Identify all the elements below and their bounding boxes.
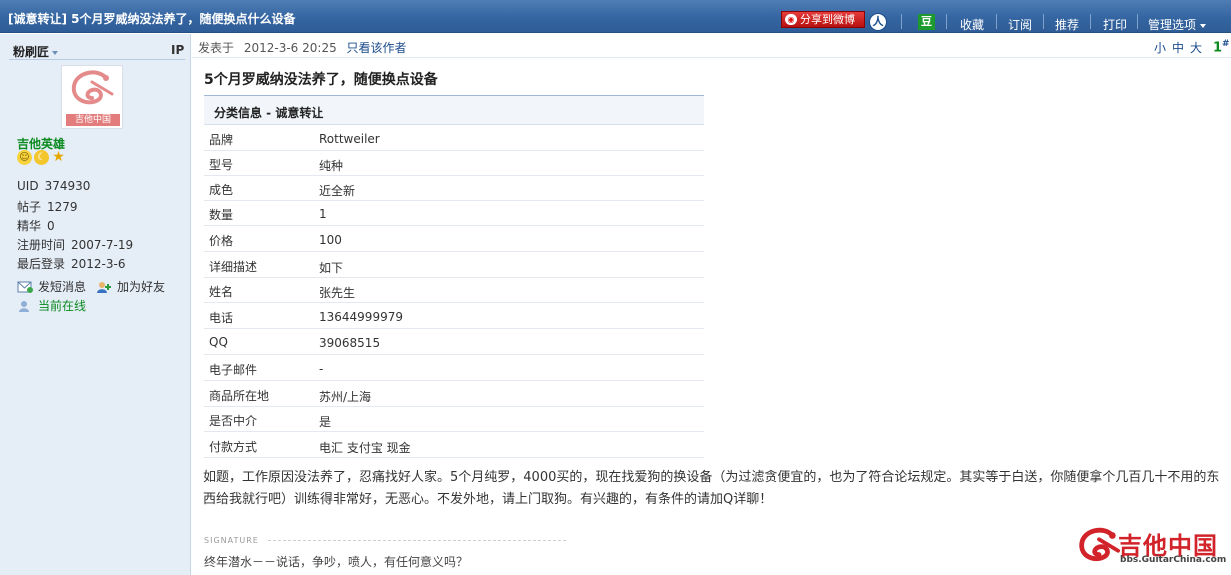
- divider: [9, 59, 185, 60]
- table-row: 商品所在地 苏州/上海: [204, 382, 704, 407]
- divider: [901, 14, 902, 29]
- posted-label: 发表于: [198, 41, 235, 55]
- site-watermark: 吉他中国 bbs.GuitarChina.com: [1078, 524, 1226, 568]
- thread-title: [诚意转让] 5个月罗威纳没法养了，随便换点什么设备: [8, 12, 296, 26]
- classified-info-table: 分类信息 - 诚意转让 品牌 Rottweiler 型号 纯种 成色 近全新 数量 1 …: [204, 95, 704, 458]
- chevron-down-icon: [52, 50, 59, 55]
- info-table-header: 分类信息 - 诚意转让: [204, 95, 704, 125]
- font-medium-button[interactable]: 中: [1172, 39, 1184, 56]
- star-medal-icon: ★: [52, 149, 65, 165]
- post-title: 5个月罗威纳没法养了，随便换点设备: [204, 72, 438, 88]
- stat-last-login: 最后登录 2012-3-6: [17, 257, 126, 271]
- user-online-icon: [19, 301, 29, 312]
- table-row: 是否中介是: [204, 407, 704, 432]
- share-weibo-label: 分享到微博: [800, 13, 855, 26]
- divider: [1043, 14, 1044, 29]
- share-weibo-button[interactable]: ◉ 分享到微博: [781, 11, 865, 28]
- divider: [946, 14, 947, 29]
- post-meta: 发表于 2012-3-6 20:25 只看该作者: [198, 39, 407, 56]
- stat-posts: 帖子 1279: [17, 200, 78, 214]
- renren-share-icon[interactable]: 人: [869, 13, 887, 31]
- manage-options-button[interactable]: 管理选项: [1148, 16, 1207, 33]
- signature-label: SIGNATURE: [204, 536, 259, 545]
- table-row: 电话 13644999979: [204, 304, 704, 329]
- table-row: 价格 100: [204, 227, 704, 252]
- posted-time: 2012-3-6 20:25: [243, 41, 337, 55]
- divider: [1090, 14, 1091, 29]
- signature-divider: [268, 540, 566, 541]
- guitarchina-logo-icon: [71, 70, 114, 105]
- envelope-icon: [17, 281, 33, 293]
- thread-header-bar: [诚意转让] 5个月罗威纳没法养了，随便换点什么设备 ◉ 分享到微博 人 豆 收…: [0, 0, 1231, 33]
- online-status: 当前在线: [17, 297, 86, 314]
- only-author-link[interactable]: 只看该作者: [347, 41, 407, 55]
- add-friend-icon: [97, 282, 111, 293]
- divider: [192, 57, 1231, 58]
- author-profile-panel: 粉刷匠 IP 吉他中国 吉他英雄 ☺ ☾ ★ UID 374930 帖子 1279 …: [0, 34, 191, 575]
- add-friend-link[interactable]: 加为好友: [96, 278, 165, 295]
- print-button[interactable]: 打印: [1103, 16, 1127, 33]
- stat-digest: 精华 0: [17, 219, 55, 233]
- weibo-icon: ◉: [785, 14, 797, 25]
- manage-options-label: 管理选项: [1148, 18, 1197, 32]
- signature-text: 终年潜水－－说话，争吵，喷人，有任何意义吗？: [204, 555, 469, 569]
- stat-register-date: 注册时间 2007-7-19: [17, 238, 134, 252]
- table-row: 品牌 Rottweiler: [204, 126, 704, 151]
- floor-number[interactable]: 1#: [1213, 39, 1230, 55]
- recommend-button[interactable]: 推荐: [1055, 16, 1079, 33]
- avatar[interactable]: 吉他中国: [61, 65, 123, 129]
- font-small-button[interactable]: 小: [1154, 39, 1166, 56]
- subscribe-button[interactable]: 订阅: [1008, 16, 1032, 33]
- font-large-button[interactable]: 大: [1190, 39, 1202, 56]
- table-row: 电子邮件 -: [204, 356, 704, 381]
- avatar-caption: 吉他中国: [66, 114, 120, 126]
- douban-share-icon[interactable]: 豆: [918, 14, 935, 30]
- table-row: 型号 纯种: [204, 151, 704, 176]
- stat-uid: UID 374930: [17, 179, 91, 193]
- post-body: 如题，工作原因没法养了，忍痛找好人家。5个月纯罗，4000买的，现在找爱狗的换设…: [203, 470, 1220, 507]
- sun-medal-icon: ☺: [17, 150, 32, 165]
- divider: [1137, 14, 1138, 29]
- chevron-down-icon: [1200, 23, 1207, 28]
- table-row: QQ 39068515: [204, 330, 704, 355]
- ip-link[interactable]: IP: [171, 43, 184, 57]
- author-name-label: 粉刷匠: [13, 45, 50, 59]
- table-row: 付款方式 电汇 支付宝 现金: [204, 433, 704, 458]
- table-row: 姓名 张先生: [204, 278, 704, 303]
- author-name[interactable]: 粉刷匠: [13, 43, 59, 60]
- table-row: 详细描述 如下: [204, 253, 704, 278]
- moon-medal-icon: ☾: [34, 150, 49, 165]
- watermark-url: bbs.GuitarChina.com: [1120, 555, 1227, 565]
- table-row: 成色 近全新: [204, 176, 704, 201]
- table-row: 数量 1: [204, 201, 704, 226]
- favorite-button[interactable]: 收藏: [960, 16, 984, 33]
- divider: [996, 14, 997, 29]
- guitarchina-logo-icon: [1079, 527, 1120, 562]
- send-message-link[interactable]: 发短消息: [17, 278, 86, 295]
